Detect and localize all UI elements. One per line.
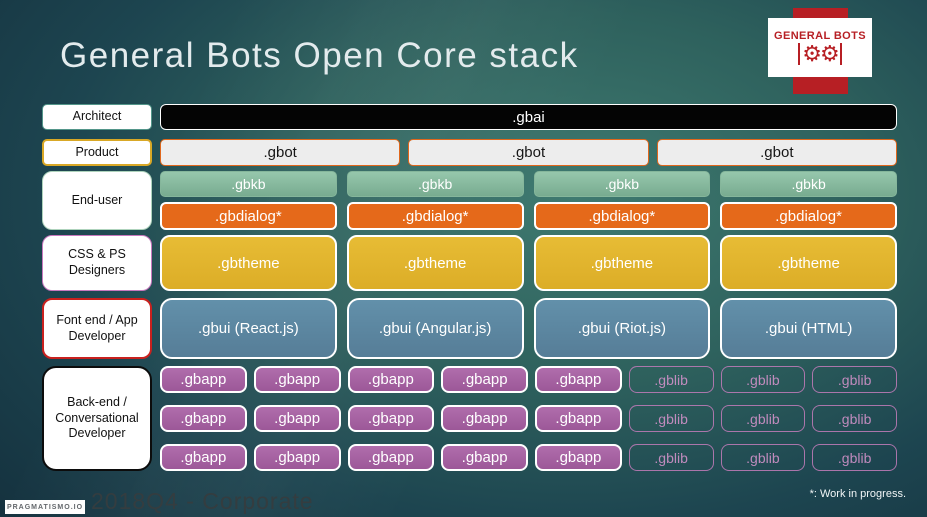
block-gbapp: .gbapp — [441, 444, 528, 471]
block-gblib: .gblib — [720, 444, 806, 471]
role-label-architect: Architect — [42, 104, 152, 130]
block-gblib: .gblib — [812, 366, 897, 393]
gear-tick-right — [839, 43, 842, 65]
row-gbapp-2: .gbapp .gbapp .gbapp .gbapp .gbapp .gbli… — [160, 405, 897, 432]
block-gbapp: .gbapp — [253, 444, 341, 471]
row-gbtheme: .gbtheme .gbtheme .gbtheme .gbtheme — [160, 235, 897, 291]
block-gbui-riot: .gbui (Riot.js) — [533, 298, 711, 359]
block-gbkb: .gbkb — [720, 171, 897, 197]
role-label-frontend-app-developer: Font end / App Developer — [42, 298, 152, 359]
block-gbapp: .gbapp — [535, 444, 622, 471]
brand-logo: GENERAL BOTS ⚙⚙ — [768, 18, 872, 77]
block-gbapp: .gbapp — [160, 444, 247, 471]
role-label-end-user: End-user — [42, 171, 152, 230]
slide: General Bots Open Core stack GENERAL BOT… — [0, 0, 927, 517]
role-label-backend-conversational-developer: Back-end / Conversational Developer — [42, 366, 152, 471]
block-gblib: .gblib — [812, 405, 897, 432]
block-gblib: .gblib — [628, 366, 714, 393]
gear-tick-left — [798, 43, 801, 65]
row-gbui: .gbui (React.js) .gbui (Angular.js) .gbu… — [160, 298, 897, 359]
block-gbtheme: .gbtheme — [533, 235, 711, 291]
block-gbui-angular: .gbui (Angular.js) — [346, 298, 524, 359]
role-label-product: Product — [42, 139, 152, 166]
block-gbtheme: .gbtheme — [160, 235, 337, 291]
block-gbapp: .gbapp — [441, 405, 528, 432]
block-gbapp: .gbapp — [253, 405, 341, 432]
block-gbtheme: .gbtheme — [346, 235, 524, 291]
row-gbai: .gbai — [160, 104, 897, 130]
block-gbtheme: .gbtheme — [720, 235, 897, 291]
block-gbot: .gbot — [408, 139, 649, 166]
row-gbot: .gbot .gbot .gbot — [160, 139, 897, 166]
block-gbdialog: .gbdialog* — [720, 202, 897, 230]
pragmatismo-logo: PRAGMATISMO.IO — [5, 500, 85, 514]
role-label-css-ps-designers: CSS & PS Designers — [42, 235, 152, 291]
block-gbapp: .gbapp — [160, 366, 247, 393]
block-gbui-html: .gbui (HTML) — [720, 298, 897, 359]
block-gbapp: .gbapp — [347, 405, 435, 432]
block-gbdialog: .gbdialog* — [160, 202, 337, 230]
block-gbkb: .gbkb — [346, 171, 524, 197]
block-gbot: .gbot — [656, 139, 897, 166]
block-gblib: .gblib — [628, 444, 714, 471]
block-gbkb: .gbkb — [160, 171, 337, 197]
block-gbai: .gbai — [160, 104, 897, 130]
gears-icon: ⚙⚙ — [798, 43, 842, 65]
block-gbapp: .gbapp — [535, 366, 622, 393]
block-gbot: .gbot — [160, 139, 401, 166]
row-gbapp-3: .gbapp .gbapp .gbapp .gbapp .gbapp .gbli… — [160, 444, 897, 471]
block-gblib: .gblib — [720, 405, 806, 432]
row-gbdialog: .gbdialog* .gbdialog* .gbdialog* .gbdial… — [160, 202, 897, 230]
row-gbkb: .gbkb .gbkb .gbkb .gbkb — [160, 171, 897, 197]
block-gbapp: .gbapp — [441, 366, 528, 393]
block-gbkb: .gbkb — [533, 171, 711, 197]
work-in-progress-footnote: *: Work in progress. — [809, 488, 906, 500]
block-gblib: .gblib — [812, 444, 897, 471]
block-gbapp: .gbapp — [535, 405, 622, 432]
block-gbdialog: .gbdialog* — [533, 202, 711, 230]
block-gbui-react: .gbui (React.js) — [160, 298, 337, 359]
page-title: General Bots Open Core stack — [60, 36, 579, 75]
block-gbapp: .gbapp — [253, 366, 341, 393]
block-gbapp: .gbapp — [160, 405, 247, 432]
block-gbapp: .gbapp — [347, 366, 435, 393]
block-gblib: .gblib — [628, 405, 714, 432]
footer-caption: 2018Q4 - Corporate — [91, 488, 314, 514]
block-gblib: .gblib — [720, 366, 806, 393]
block-gbdialog: .gbdialog* — [346, 202, 524, 230]
block-gbapp: .gbapp — [347, 444, 435, 471]
row-gbapp-1: .gbapp .gbapp .gbapp .gbapp .gbapp .gbli… — [160, 366, 897, 393]
